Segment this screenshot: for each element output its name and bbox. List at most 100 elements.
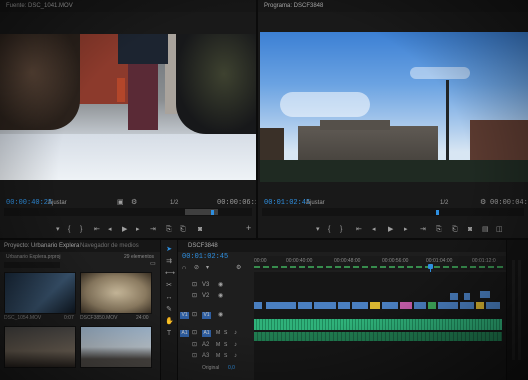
extract-icon[interactable]: ⎗ bbox=[452, 226, 458, 233]
eye-icon[interactable]: ◉ bbox=[218, 293, 223, 300]
step-forward-icon[interactable]: ▸ bbox=[404, 226, 408, 233]
mute-icon[interactable]: M bbox=[216, 342, 220, 349]
audio-clip[interactable] bbox=[254, 332, 502, 341]
track-left-label-v1[interactable]: V1 bbox=[180, 312, 189, 319]
video-clip[interactable] bbox=[486, 302, 500, 309]
compare-icon[interactable]: ▤ bbox=[482, 226, 489, 233]
lock-icon[interactable]: ⊡ bbox=[192, 312, 197, 319]
video-clip[interactable] bbox=[464, 293, 470, 300]
pen-tool-icon[interactable]: ✎ bbox=[165, 306, 173, 314]
lock-icon[interactable]: ⊡ bbox=[192, 353, 197, 360]
in-point-icon[interactable]: { bbox=[68, 226, 70, 233]
selection-tool-icon[interactable]: ➤ bbox=[165, 246, 173, 254]
camera-icon[interactable]: ◙ bbox=[468, 226, 472, 233]
insert-icon[interactable]: ⎘ bbox=[166, 226, 172, 233]
solo-icon[interactable]: S bbox=[224, 342, 227, 349]
solo-icon[interactable]: S bbox=[224, 353, 227, 360]
solo-icon[interactable]: S bbox=[224, 330, 227, 337]
tab-sequence[interactable]: DSCF3848 bbox=[188, 243, 218, 249]
source-playhead[interactable] bbox=[211, 210, 214, 215]
out-point-icon[interactable]: } bbox=[340, 226, 342, 233]
video-clip[interactable] bbox=[298, 302, 312, 309]
program-resolution-select[interactable]: 1/2 bbox=[440, 200, 448, 206]
go-to-out-icon[interactable]: ⇥ bbox=[420, 226, 426, 233]
program-playhead[interactable] bbox=[436, 210, 439, 215]
out-point-icon[interactable]: } bbox=[80, 226, 82, 233]
tab-media-browser[interactable]: Navegador de medios bbox=[80, 243, 139, 249]
video-clip-yellow[interactable] bbox=[370, 302, 380, 309]
lift-icon[interactable]: ⎘ bbox=[436, 226, 442, 233]
wrench-icon[interactable]: ⚙ bbox=[131, 199, 137, 206]
video-clip[interactable] bbox=[480, 291, 490, 298]
video-clip[interactable] bbox=[338, 302, 350, 309]
lock-icon[interactable]: ⊡ bbox=[192, 293, 197, 300]
track-label-v1[interactable]: V1 bbox=[202, 312, 211, 319]
eye-icon[interactable]: ◉ bbox=[218, 312, 223, 319]
link-icon[interactable]: ⊘ bbox=[194, 265, 199, 272]
video-clip[interactable] bbox=[254, 302, 262, 309]
video-clip-green[interactable] bbox=[428, 302, 436, 309]
wrench-icon[interactable]: ⚙ bbox=[236, 265, 241, 272]
track-label-a1[interactable]: A1 bbox=[202, 330, 211, 337]
lock-icon[interactable]: ⊡ bbox=[192, 282, 197, 289]
time-ruler[interactable]: 00:00 00:00:40:00 00:00:48:00 00:00:56:0… bbox=[254, 256, 506, 270]
thumbnail[interactable] bbox=[80, 272, 152, 314]
snap-icon[interactable]: ∩ bbox=[182, 265, 186, 272]
step-back-icon[interactable]: ◂ bbox=[108, 226, 112, 233]
thumbnail[interactable] bbox=[80, 326, 152, 368]
source-resolution-select[interactable]: 1/2 bbox=[170, 200, 178, 206]
tab-source[interactable]: Fuente: DSC_1041.MOV bbox=[6, 3, 73, 9]
tab-project[interactable]: Proyecto: Urbanario Explera bbox=[4, 243, 79, 249]
mute-icon[interactable]: M bbox=[216, 330, 220, 337]
go-to-in-icon[interactable]: ⇤ bbox=[356, 226, 362, 233]
camera-icon[interactable]: ◙ bbox=[198, 226, 202, 233]
add-icon[interactable]: + bbox=[246, 224, 251, 233]
vr-icon[interactable]: ◫ bbox=[496, 226, 503, 233]
play-icon[interactable]: ▶ bbox=[122, 226, 127, 233]
slip-tool-icon[interactable]: ↔ bbox=[165, 294, 173, 302]
thumbnail[interactable] bbox=[4, 272, 76, 314]
mic-icon[interactable]: ♪ bbox=[234, 342, 237, 349]
track-left-label-a1[interactable]: A1 bbox=[180, 330, 189, 337]
folder-icon[interactable]: ▭ bbox=[150, 261, 156, 268]
audio-clip[interactable] bbox=[254, 319, 502, 330]
mute-icon[interactable]: M bbox=[216, 353, 220, 360]
video-clip[interactable] bbox=[352, 302, 368, 309]
video-clip[interactable] bbox=[382, 302, 398, 309]
marker-icon[interactable]: ▾ bbox=[316, 226, 320, 233]
thumbnail[interactable] bbox=[4, 326, 76, 368]
video-clip[interactable] bbox=[460, 302, 474, 309]
in-point-icon[interactable]: { bbox=[328, 226, 330, 233]
go-to-out-icon[interactable]: ⇥ bbox=[150, 226, 156, 233]
eye-icon[interactable]: ◉ bbox=[218, 282, 223, 289]
hand-tool-icon[interactable]: ✋ bbox=[165, 318, 174, 326]
marker-icon[interactable]: ▾ bbox=[56, 226, 60, 233]
video-clip[interactable] bbox=[266, 302, 296, 309]
tab-program[interactable]: Programa: DSCF3848 bbox=[264, 3, 323, 9]
lock-icon[interactable]: ⊡ bbox=[192, 330, 197, 337]
marker-icon[interactable]: ▾ bbox=[206, 265, 209, 272]
video-clip[interactable] bbox=[438, 302, 458, 309]
program-scrubber[interactable] bbox=[262, 208, 524, 216]
ripple-tool-icon[interactable]: ⟷ bbox=[165, 270, 175, 278]
video-clip[interactable] bbox=[314, 302, 336, 309]
video-clip-yellow[interactable] bbox=[476, 302, 484, 309]
source-fit-select[interactable]: Ajustar bbox=[48, 200, 67, 206]
video-clip[interactable] bbox=[450, 293, 458, 300]
play-icon[interactable]: ▶ bbox=[388, 226, 393, 233]
mic-icon[interactable]: ♪ bbox=[234, 353, 237, 360]
wrench-icon[interactable]: ⚙ bbox=[480, 199, 486, 206]
razor-tool-icon[interactable]: ✂ bbox=[165, 282, 173, 290]
step-forward-icon[interactable]: ▸ bbox=[136, 226, 140, 233]
mic-icon[interactable]: ♪ bbox=[234, 330, 237, 337]
overwrite-icon[interactable]: ⎗ bbox=[180, 226, 186, 233]
go-to-in-icon[interactable]: ⇤ bbox=[94, 226, 100, 233]
video-clip-pink[interactable] bbox=[400, 302, 412, 309]
program-fit-select[interactable]: Ajustar bbox=[306, 200, 325, 206]
video-clip[interactable] bbox=[414, 302, 426, 309]
export-frame-icon[interactable]: ▣ bbox=[117, 199, 124, 206]
search-input[interactable] bbox=[4, 262, 60, 268]
lock-icon[interactable]: ⊡ bbox=[192, 342, 197, 349]
type-tool-icon[interactable]: T bbox=[165, 330, 173, 338]
track-select-tool-icon[interactable]: ⇉ bbox=[165, 258, 173, 266]
